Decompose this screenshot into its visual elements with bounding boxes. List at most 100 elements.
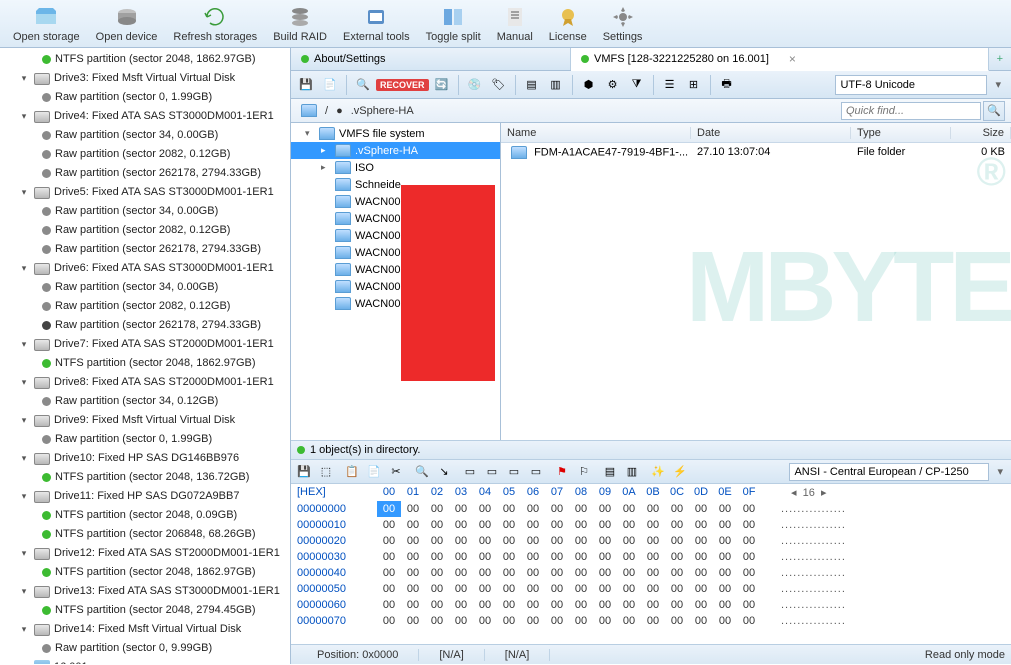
hex-byte[interactable]: 00 (689, 565, 713, 581)
partition-node[interactable]: Raw partition (sector 34, 0.00GB) (0, 126, 290, 145)
search-button[interactable]: 🔍 (983, 101, 1005, 121)
partition-node[interactable]: NTFS partition (sector 2048, 1862.97GB) (0, 50, 290, 69)
hex-byte[interactable]: 00 (497, 581, 521, 597)
hex-byte[interactable]: 00 (473, 517, 497, 533)
hex-byte[interactable]: 00 (425, 501, 449, 517)
breadcrumb-path[interactable]: .vSphere-HA (351, 105, 414, 117)
drive-node[interactable]: ▾Drive6: Fixed ATA SAS ST3000DM001-1ER1 (0, 259, 290, 278)
hex-byte[interactable]: 00 (593, 613, 617, 629)
hex-byte[interactable]: 00 (737, 613, 761, 629)
hex-byte[interactable]: 00 (449, 549, 473, 565)
close-icon[interactable]: × (789, 52, 796, 66)
filter-icon[interactable]: ⧩ (626, 74, 648, 96)
hex-byte[interactable]: 00 (713, 613, 737, 629)
hex-byte[interactable]: 00 (449, 533, 473, 549)
hex-byte[interactable]: 00 (425, 517, 449, 533)
disk3-icon[interactable]: ▭ (505, 463, 523, 481)
hex-row[interactable]: 0000000000000000000000000000000000000000… (297, 501, 1005, 517)
hex-byte[interactable]: 00 (617, 581, 641, 597)
partition-node[interactable]: Raw partition (sector 34, 0.12GB) (0, 392, 290, 411)
drive-node[interactable]: ▾Drive3: Fixed Msft Virtual Virtual Disk (0, 69, 290, 88)
hex-byte[interactable]: 00 (665, 613, 689, 629)
drive-node[interactable]: ▾Drive4: Fixed ATA SAS ST3000DM001-1ER1 (0, 107, 290, 126)
toolbar-storage-button[interactable]: Open storage (5, 3, 88, 45)
hex-byte[interactable]: 00 (641, 533, 665, 549)
hex-byte[interactable]: 00 (425, 581, 449, 597)
hex-byte[interactable]: 00 (593, 549, 617, 565)
hex-byte[interactable]: 00 (689, 501, 713, 517)
hex-byte[interactable]: 00 (593, 581, 617, 597)
hex-byte[interactable]: 00 (569, 533, 593, 549)
refresh-icon[interactable]: 🔄 (431, 74, 453, 96)
hex-row[interactable]: 0000003000000000000000000000000000000000… (297, 549, 1005, 565)
new-tab-button[interactable]: + (989, 48, 1011, 70)
cols-icon[interactable]: ▥ (545, 74, 567, 96)
hex-byte[interactable]: 00 (449, 501, 473, 517)
hex-byte[interactable]: 00 (377, 533, 401, 549)
hex-byte[interactable]: 00 (401, 565, 425, 581)
hex-byte[interactable]: 00 (521, 597, 545, 613)
hex-byte[interactable]: 00 (473, 581, 497, 597)
tag-icon[interactable]: 🏷 (488, 74, 510, 96)
toolbar-refresh-button[interactable]: Refresh storages (165, 3, 265, 45)
hex-byte[interactable]: 00 (713, 501, 737, 517)
hex-byte[interactable]: 00 (689, 533, 713, 549)
hex-byte[interactable]: 00 (713, 533, 737, 549)
hex-byte[interactable]: 00 (737, 517, 761, 533)
hex-byte[interactable]: 00 (569, 565, 593, 581)
hex-byte[interactable]: 00 (737, 581, 761, 597)
partition-node[interactable]: Raw partition (sector 2082, 0.12GB) (0, 221, 290, 240)
hex-byte[interactable]: 00 (521, 501, 545, 517)
find-icon[interactable]: 🔍 (352, 74, 374, 96)
hex-byte[interactable]: 00 (737, 597, 761, 613)
hex-byte[interactable]: 00 (665, 581, 689, 597)
hex-byte[interactable]: 00 (473, 549, 497, 565)
hex-byte[interactable]: 00 (497, 549, 521, 565)
bolt-icon[interactable]: ⚡ (671, 463, 689, 481)
hex-byte[interactable]: 00 (377, 565, 401, 581)
hex-row[interactable]: 0000001000000000000000000000000000000000… (297, 517, 1005, 533)
hex-byte[interactable]: 00 (449, 565, 473, 581)
hex-byte[interactable]: 00 (737, 549, 761, 565)
hex-byte[interactable]: 00 (665, 501, 689, 517)
hex-byte[interactable]: 00 (545, 517, 569, 533)
partition-node[interactable]: NTFS partition (sector 2048, 2794.45GB) (0, 601, 290, 620)
layers-icon[interactable]: ▤ (521, 74, 543, 96)
tab-1[interactable]: VMFS [128-3221225280 on 16.001]× (571, 48, 989, 71)
paste-icon[interactable]: 📄 (365, 463, 383, 481)
hex-byte[interactable]: 00 (473, 501, 497, 517)
hex-byte[interactable]: 00 (737, 565, 761, 581)
hex-byte[interactable]: 00 (569, 501, 593, 517)
hex-byte[interactable]: 00 (713, 565, 737, 581)
drive-node[interactable]: ▾Drive7: Fixed ATA SAS ST2000DM001-1ER1 (0, 335, 290, 354)
list-icon[interactable]: ☰ (659, 74, 681, 96)
hex-byte[interactable]: 00 (569, 549, 593, 565)
hex-byte[interactable]: 00 (401, 613, 425, 629)
partition-node[interactable]: Raw partition (sector 2082, 0.12GB) (0, 297, 290, 316)
toolbar-device-button[interactable]: Open device (88, 3, 166, 45)
hex-view[interactable]: [HEX]000102030405060708090A0B0C0D0E0F◂ 1… (291, 484, 1011, 644)
hex-byte[interactable]: 00 (593, 501, 617, 517)
panel2-icon[interactable]: ▥ (623, 463, 641, 481)
search-input[interactable] (841, 102, 981, 120)
partition-node[interactable]: Raw partition (sector 0, 9.99GB) (0, 639, 290, 658)
toolbar-tools-button[interactable]: External tools (335, 3, 418, 45)
hex-byte[interactable]: 00 (425, 613, 449, 629)
hex-byte[interactable]: 00 (617, 613, 641, 629)
column-header[interactable]: Name (501, 127, 691, 139)
hex-byte[interactable]: 00 (449, 581, 473, 597)
hex-byte[interactable]: 00 (401, 533, 425, 549)
partition-node[interactable]: Raw partition (sector 34, 0.00GB) (0, 278, 290, 297)
filesystem-tree[interactable]: ▾VMFS file system▸.vSphere-HA▸ISOSchneid… (291, 123, 501, 440)
hex-byte[interactable]: 00 (665, 565, 689, 581)
hex-byte[interactable]: 00 (497, 565, 521, 581)
fs-tree-item[interactable]: ▸ISO (291, 159, 500, 176)
hex-byte[interactable]: 00 (401, 517, 425, 533)
hex-row[interactable]: 0000004000000000000000000000000000000000… (297, 565, 1005, 581)
partition-node[interactable]: NTFS partition (sector 2048, 1862.97GB) (0, 563, 290, 582)
hex-row[interactable]: 0000002000000000000000000000000000000000… (297, 533, 1005, 549)
hex-byte[interactable]: 00 (641, 565, 665, 581)
hex-byte[interactable]: 00 (617, 501, 641, 517)
drive-node[interactable]: ▾Drive10: Fixed HP SAS DG146BB976 (0, 449, 290, 468)
save-hex-icon[interactable]: 💾 (295, 463, 313, 481)
